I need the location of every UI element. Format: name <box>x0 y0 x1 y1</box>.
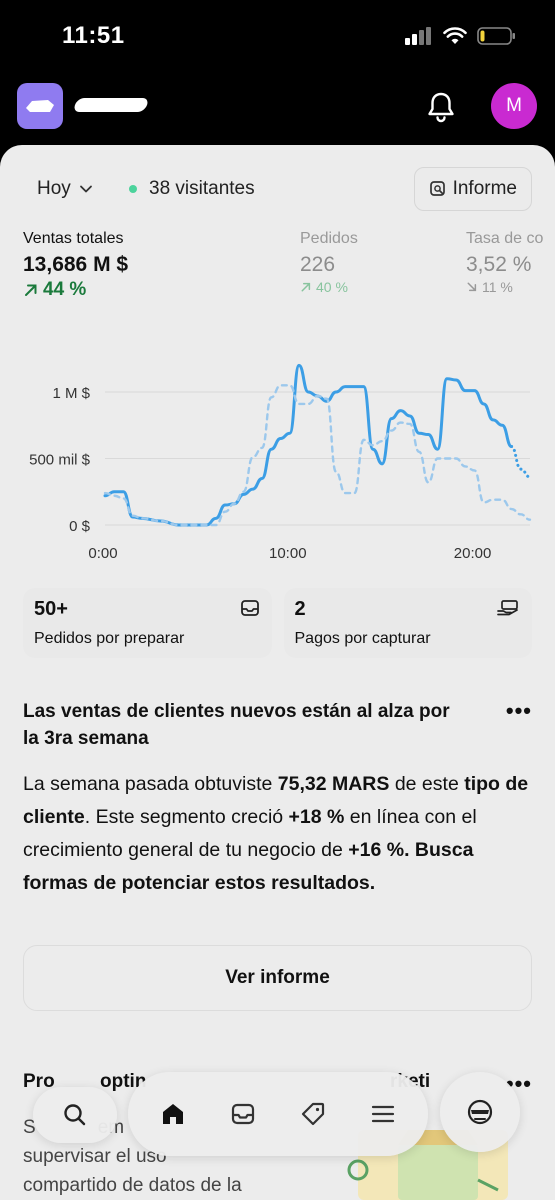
live-visitors[interactable]: 38 visitantes <box>129 167 255 211</box>
status-time: 11:51 <box>62 22 125 49</box>
nav-menu-button[interactable] <box>359 1090 407 1138</box>
filter-row: Hoy 38 visitantes Informe <box>23 167 532 211</box>
cellular-signal-icon <box>405 27 431 45</box>
nav-home-button[interactable] <box>149 1090 197 1138</box>
store-logo-icon <box>26 100 54 112</box>
home-content: Hoy 38 visitantes Informe Ventas totales… <box>0 145 555 1200</box>
y-tick-label: 0 $ <box>69 518 91 535</box>
metric-orders[interactable]: Pedidos 226 40 % <box>300 230 358 295</box>
metric-value: 3,52 % <box>466 253 532 276</box>
inbox-icon <box>240 600 259 616</box>
view-report-button[interactable]: Ver informe <box>23 945 532 1011</box>
bottom-nav <box>128 1072 428 1156</box>
insight-text: de este <box>389 773 465 795</box>
tag-icon <box>301 1102 325 1126</box>
metric-delta: 40 % <box>300 279 358 295</box>
app-header: M <box>0 70 555 145</box>
metric-delta: 44 % <box>23 279 128 301</box>
notifications-button[interactable] <box>425 90 457 124</box>
status-bar: 11:51 <box>0 0 555 70</box>
date-range-label: Hoy <box>37 178 71 199</box>
date-range-select[interactable]: Hoy <box>23 167 107 211</box>
nav-agent-pill <box>440 1072 520 1152</box>
nav-agent-button[interactable] <box>456 1088 504 1136</box>
nav-search-button[interactable] <box>51 1091 99 1139</box>
metric-value: 226 <box>300 253 336 276</box>
tile-label: Pagos por capturar <box>294 630 431 647</box>
tile-value: 50+ <box>34 598 68 620</box>
metric-label: Tasa de co <box>466 230 544 247</box>
metric-value: 13,686 M $ <box>23 253 129 276</box>
arrow-up-right-icon <box>25 284 37 296</box>
metric-total-sales[interactable]: Ventas totales 13,686 M $ 44 % <box>23 230 128 301</box>
metric-delta-value: 44 % <box>43 279 87 300</box>
sales-chart[interactable]: 1 M $ 500 mil $ 0 $ 0:00 10:00 20:00 <box>0 360 555 560</box>
inbox-icon <box>231 1103 255 1125</box>
search-icon <box>64 1104 86 1126</box>
insight-text-bold: +16 % <box>348 839 405 861</box>
payments-to-capture-tile[interactable]: 2 Pagos por capturar <box>283 588 532 658</box>
x-tick-label: 10:00 <box>269 545 307 560</box>
insight-text: . Este segmento creció <box>84 806 289 828</box>
report-button-label: Informe <box>452 178 517 199</box>
wifi-icon <box>443 27 467 44</box>
metric-conversion-rate[interactable]: Tasa de co 3,52 % 11 % <box>466 230 543 295</box>
status-icons <box>405 26 517 46</box>
projected-series-line <box>510 445 532 479</box>
bell-icon <box>428 92 454 123</box>
insight-body: La semana pasada obtuviste 75,32 MARS de… <box>23 768 532 900</box>
orders-to-fulfill-tile[interactable]: 50+ Pedidos por preparar <box>23 588 272 658</box>
metric-delta-value: 40 % <box>316 279 348 295</box>
nav-orders-button[interactable] <box>219 1090 267 1138</box>
chevron-down-icon <box>79 185 92 193</box>
metric-label: Ventas totales <box>23 230 124 247</box>
store-name-redacted[interactable] <box>72 98 150 112</box>
more-horizontal-icon: ••• <box>505 698 532 723</box>
insight-text-bold: 75,32 MARS <box>277 773 390 795</box>
tile-value: 2 <box>294 598 306 620</box>
home-icon <box>163 1104 183 1124</box>
next-card-body-line3: compartido de datos de la <box>23 1175 242 1196</box>
insight-card: Las ventas de clientes nuevos están al a… <box>23 698 532 900</box>
metric-delta-value: 11 % <box>482 279 513 295</box>
arrow-down-right-icon <box>467 282 477 292</box>
insight-text: La semana pasada obtuviste <box>23 773 278 795</box>
store-logo[interactable] <box>17 83 63 129</box>
user-avatar[interactable]: M <box>491 83 537 129</box>
menu-icon <box>371 1105 395 1123</box>
insight-title: Las ventas de clientes nuevos están al a… <box>23 701 450 749</box>
report-button[interactable]: Informe <box>413 167 532 211</box>
metric-label: Pedidos <box>300 230 358 247</box>
insight-more-button[interactable]: ••• <box>506 698 532 724</box>
y-tick-label: 1 M $ <box>52 385 90 402</box>
sales-series-line <box>103 363 514 527</box>
arrow-up-right-icon <box>301 282 311 292</box>
nav-products-button[interactable] <box>289 1090 337 1138</box>
comparison-series-line <box>103 384 532 527</box>
visitors-label: 38 visitantes <box>149 178 255 199</box>
report-icon <box>429 181 445 196</box>
nav-search-pill <box>33 1087 117 1143</box>
metric-delta: 11 % <box>466 279 543 295</box>
cash-hand-icon <box>497 600 518 616</box>
x-tick-label: 0:00 <box>88 545 117 560</box>
live-dot-icon <box>129 185 137 193</box>
insight-text-bold: +18 % <box>288 806 345 828</box>
task-tiles: 50+ Pedidos por preparar 2 Pagos por cap… <box>23 588 532 658</box>
agent-avatar-icon <box>467 1099 493 1125</box>
tile-label: Pedidos por preparar <box>34 630 185 647</box>
battery-icon <box>477 27 515 45</box>
insight-text-bold: . <box>404 839 415 861</box>
metrics-row: Ventas totales 13,686 M $ 44 % Pedidos 2… <box>23 230 555 300</box>
x-tick-label: 20:00 <box>454 545 492 560</box>
y-tick-label: 500 mil $ <box>29 452 91 469</box>
